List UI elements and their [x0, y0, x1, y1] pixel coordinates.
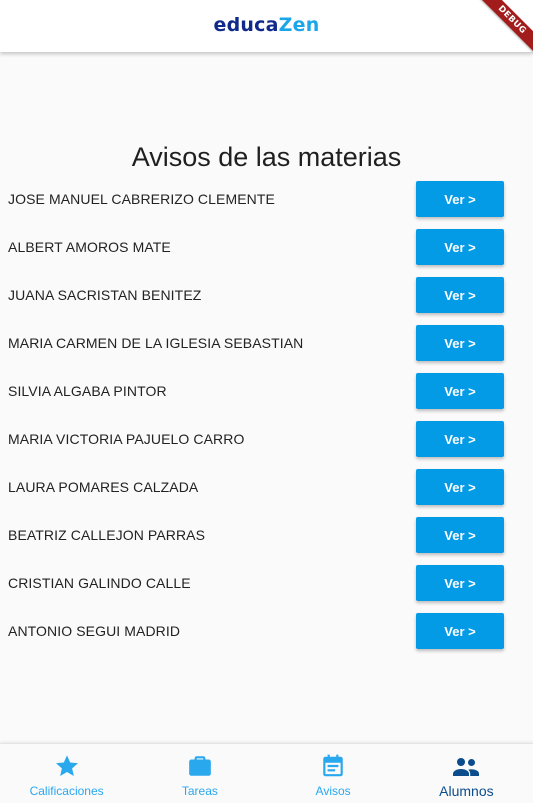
view-button[interactable]: Ver >: [416, 517, 504, 553]
teacher-name: MARIA CARMEN DE LA IGLESIA SEBASTIAN: [8, 335, 304, 351]
list-item: JOSE MANUEL CABRERIZO CLEMENTE Ver >: [0, 181, 533, 229]
teacher-name: JUANA SACRISTAN BENITEZ: [8, 287, 202, 303]
nav-tab-calificaciones[interactable]: Calificaciones: [0, 744, 133, 803]
nav-label: Alumnos: [439, 783, 494, 799]
logo-text-zen: Zen: [278, 13, 320, 36]
nav-tab-alumnos[interactable]: Alumnos: [400, 744, 533, 803]
nav-label: Calificaciones: [29, 784, 104, 798]
view-button[interactable]: Ver >: [416, 469, 504, 505]
nav-label: Tareas: [181, 784, 218, 798]
teacher-name: CRISTIAN GALINDO CALLE: [8, 575, 191, 591]
app-bar: educaZen: [0, 0, 533, 52]
teacher-name: JOSE MANUEL CABRERIZO CLEMENTE: [8, 191, 275, 207]
people-icon: [453, 758, 480, 776]
view-button[interactable]: Ver >: [416, 181, 504, 217]
teacher-name: ANTONIO SEGUI MADRID: [8, 623, 181, 639]
view-button[interactable]: Ver >: [416, 373, 504, 409]
logo-text-educa: educa: [213, 13, 279, 36]
list-item: ALBERT AMOROS MATE Ver >: [0, 229, 533, 277]
teacher-list: JOSE MANUEL CABRERIZO CLEMENTE Ver > ALB…: [0, 181, 533, 661]
list-item: CRISTIAN GALINDO CALLE Ver >: [0, 565, 533, 613]
view-button[interactable]: Ver >: [416, 277, 504, 313]
list-item: JUANA SACRISTAN BENITEZ Ver >: [0, 277, 533, 325]
nav-tab-tareas[interactable]: Tareas: [133, 744, 266, 803]
educazen-logo: educaZen: [214, 14, 320, 36]
view-button[interactable]: Ver >: [416, 229, 504, 265]
teacher-name: MARIA VICTORIA PAJUELO CARRO: [8, 431, 245, 447]
view-button[interactable]: Ver >: [416, 325, 504, 361]
list-item: MARIA CARMEN DE LA IGLESIA SEBASTIAN Ver…: [0, 325, 533, 373]
view-button[interactable]: Ver >: [416, 613, 504, 649]
teacher-name: ALBERT AMOROS MATE: [8, 239, 171, 255]
list-item: LAURA POMARES CALZADA Ver >: [0, 469, 533, 517]
nav-label: Avisos: [315, 784, 351, 798]
teacher-name: LAURA POMARES CALZADA: [8, 479, 199, 495]
list-item: BEATRIZ CALLEJON PARRAS Ver >: [0, 517, 533, 565]
list-item: ANTONIO SEGUI MADRID Ver >: [0, 613, 533, 661]
page-title: Avisos de las materias: [131, 142, 402, 172]
list-item: SILVIA ALGABA PINTOR Ver >: [0, 373, 533, 421]
bottom-navigation: Calificaciones Tareas Avisos Alumnos: [0, 743, 533, 803]
nav-tab-avisos[interactable]: Avisos: [267, 744, 400, 803]
calendar-icon: [323, 754, 343, 777]
teacher-name: BEATRIZ CALLEJON PARRAS: [8, 527, 206, 543]
teacher-name: SILVIA ALGABA PINTOR: [8, 383, 167, 399]
star-icon: [55, 755, 78, 777]
view-button[interactable]: Ver >: [416, 421, 504, 457]
list-item: MARIA VICTORIA PAJUELO CARRO Ver >: [0, 421, 533, 469]
briefcase-icon: [189, 756, 211, 776]
view-button[interactable]: Ver >: [416, 565, 504, 601]
